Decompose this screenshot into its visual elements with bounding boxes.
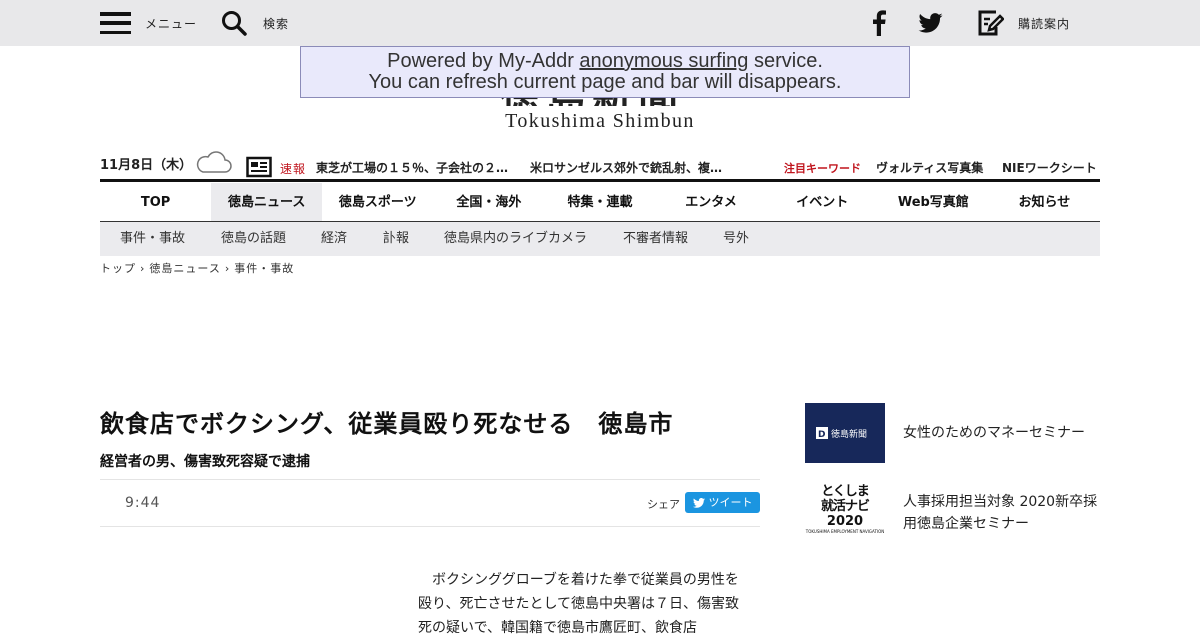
nav-tab-events[interactable]: イベント [767, 183, 878, 221]
sidebar-item-title: 人事採用担当対象 2020新卒採用徳島企業セミナー [903, 494, 1098, 532]
search-button[interactable]: 検索 [221, 0, 289, 46]
search-icon [222, 11, 247, 36]
subnav-local-topics[interactable]: 徳島の話題 [221, 222, 286, 256]
nav-tab-web-photos[interactable]: Web写真館 [878, 183, 989, 221]
chevron-right-icon: › [224, 262, 231, 275]
proxy-notice-banner: Powered by My-Addr anonymous surfing ser… [300, 46, 910, 98]
navi-logo-year: 2020 [826, 514, 864, 529]
twitter-icon [918, 13, 943, 33]
breadcrumb-current: 事件・事故 [234, 262, 295, 275]
navi-logo-line2: 就活ナビ [820, 499, 870, 514]
article-meta-bar: 9:44 シェア ツイート [100, 479, 760, 527]
sidebar-thumbnail: D 徳島新聞 [805, 403, 885, 463]
nav-tab-notices[interactable]: お知らせ [989, 183, 1100, 221]
chevron-right-icon: › [140, 262, 146, 275]
search-label: 検索 [263, 16, 290, 31]
facebook-link[interactable] [872, 0, 886, 46]
menu-label: メニュー [145, 16, 198, 31]
article-body: ボクシンググローブを着けた拳で従業員の男性を殴り、死亡させたとして徳島中央署は７… [418, 568, 752, 640]
ticker-item[interactable]: 東芝が工場の１５％、子会社の２… [316, 159, 508, 176]
proxy-text-post: service. [748, 50, 823, 72]
logo-english[interactable]: Tokushima Shimbun [500, 110, 700, 133]
subnav-economy[interactable]: 経済 [321, 222, 347, 256]
share-label: シェア [647, 498, 680, 511]
navi-logo-caption: TOKUSHIMA EMPLOYMENT NAVIGATION [805, 529, 885, 534]
newspaper-icon [246, 156, 272, 178]
tweet-button[interactable]: ツイート [685, 492, 760, 513]
proxy-notice-line2: You can refresh current page and bar wil… [368, 71, 842, 93]
ticker-bar: 11月8日（木） 速報 東芝が工場の１５％、子会社の２… 米ロサンゼルス郊外で銃… [100, 146, 1100, 182]
subnav-suspicious-persons[interactable]: 不審者情報 [623, 222, 688, 256]
proxy-text-pre: Powered by My-Addr [387, 50, 580, 72]
shukatsu-navi-logo: とくしま 就活ナビ 2020 TOKUSHIMA EMPLOYMENT NAVI… [805, 482, 885, 542]
article-headline: 飲食店でボクシング、従業員殴り死なせる 徳島市 [100, 410, 674, 438]
breaking-news-label: 速報 [280, 162, 307, 176]
proxy-notice-line1: Powered by My-Addr anonymous surfing ser… [301, 51, 909, 72]
sidebar-item-title: 女性のためのマネーセミナー [903, 425, 1085, 441]
ticker-item[interactable]: 米ロサンゼルス郊外で銃乱射、複… [530, 159, 722, 176]
article-subheadline: 経営者の男、傷害致死容疑で逮捕 [100, 454, 310, 470]
main-navigation: TOP 徳島ニュース 徳島スポーツ 全国・海外 特集・連載 エンタメ イベント … [100, 183, 1100, 222]
subscribe-link[interactable]: 購読案内 [976, 0, 1070, 46]
nav-tab-national-world[interactable]: 全国・海外 [433, 183, 544, 221]
featured-keyword-label: 注目キーワード [784, 162, 861, 175]
sub-navigation: 事件・事故 徳島の話題 経済 訃報 徳島県内のライブカメラ 不審者情報 号外 [100, 222, 1100, 256]
keyword-link-nie-worksheet[interactable]: NIEワークシート [1002, 159, 1097, 176]
nav-tab-top[interactable]: TOP [100, 183, 211, 221]
menu-button[interactable]: メニュー [100, 0, 197, 46]
article-time: 9:44 [125, 495, 161, 511]
edit-form-icon [978, 10, 1004, 36]
facebook-icon [873, 10, 886, 36]
subnav-incidents[interactable]: 事件・事故 [120, 222, 185, 256]
svg-text:徳島新聞: 徳島新聞 [831, 428, 867, 440]
breadcrumb-tokushima-news[interactable]: 徳島ニュース [149, 262, 220, 275]
hamburger-icon [100, 12, 131, 34]
sidebar-item-job-fair[interactable]: とくしま 就活ナビ 2020 TOKUSHIMA EMPLOYMENT NAVI… [805, 482, 1100, 542]
current-date: 11月8日（木） [100, 158, 193, 173]
breadcrumb-home[interactable]: トップ [100, 262, 136, 275]
subnav-extra-edition[interactable]: 号外 [723, 222, 749, 256]
tweet-label: ツイート [708, 496, 753, 509]
subnav-live-cameras[interactable]: 徳島県内のライブカメラ [444, 222, 587, 256]
nav-tab-entertainment[interactable]: エンタメ [656, 183, 767, 221]
subnav-obituaries[interactable]: 訃報 [383, 222, 409, 256]
cloudy-weather-icon[interactable] [194, 149, 232, 175]
sidebar-item-money-seminar[interactable]: D 徳島新聞 女性のためのマネーセミナー [805, 403, 1100, 463]
article-paragraph: ボクシンググローブを着けた拳で従業員の男性を殴り、死亡させたとして徳島中央署は７… [418, 572, 740, 636]
nav-tab-features[interactable]: 特集・連載 [544, 183, 655, 221]
keyword-link-vortis-photos[interactable]: ヴォルティス写真集 [876, 159, 983, 176]
navi-logo-line1: とくしま [821, 484, 870, 499]
subscribe-label: 購読案内 [1018, 16, 1071, 31]
anonymous-surfing-link[interactable]: anonymous surfing [579, 50, 748, 72]
twitter-bird-icon [692, 497, 705, 508]
svg-text:D: D [818, 430, 825, 440]
nav-tab-tokushima-sports[interactable]: 徳島スポーツ [322, 183, 433, 221]
nav-tab-tokushima-news[interactable]: 徳島ニュース [211, 183, 323, 221]
tokushima-shimbun-logo-icon: D 徳島新聞 [816, 427, 867, 440]
twitter-link[interactable] [918, 0, 943, 46]
breadcrumb: トップ › 徳島ニュース › 事件・事故 [100, 260, 294, 276]
top-utility-bar: メニュー 検索 購読案内 [0, 0, 1200, 46]
